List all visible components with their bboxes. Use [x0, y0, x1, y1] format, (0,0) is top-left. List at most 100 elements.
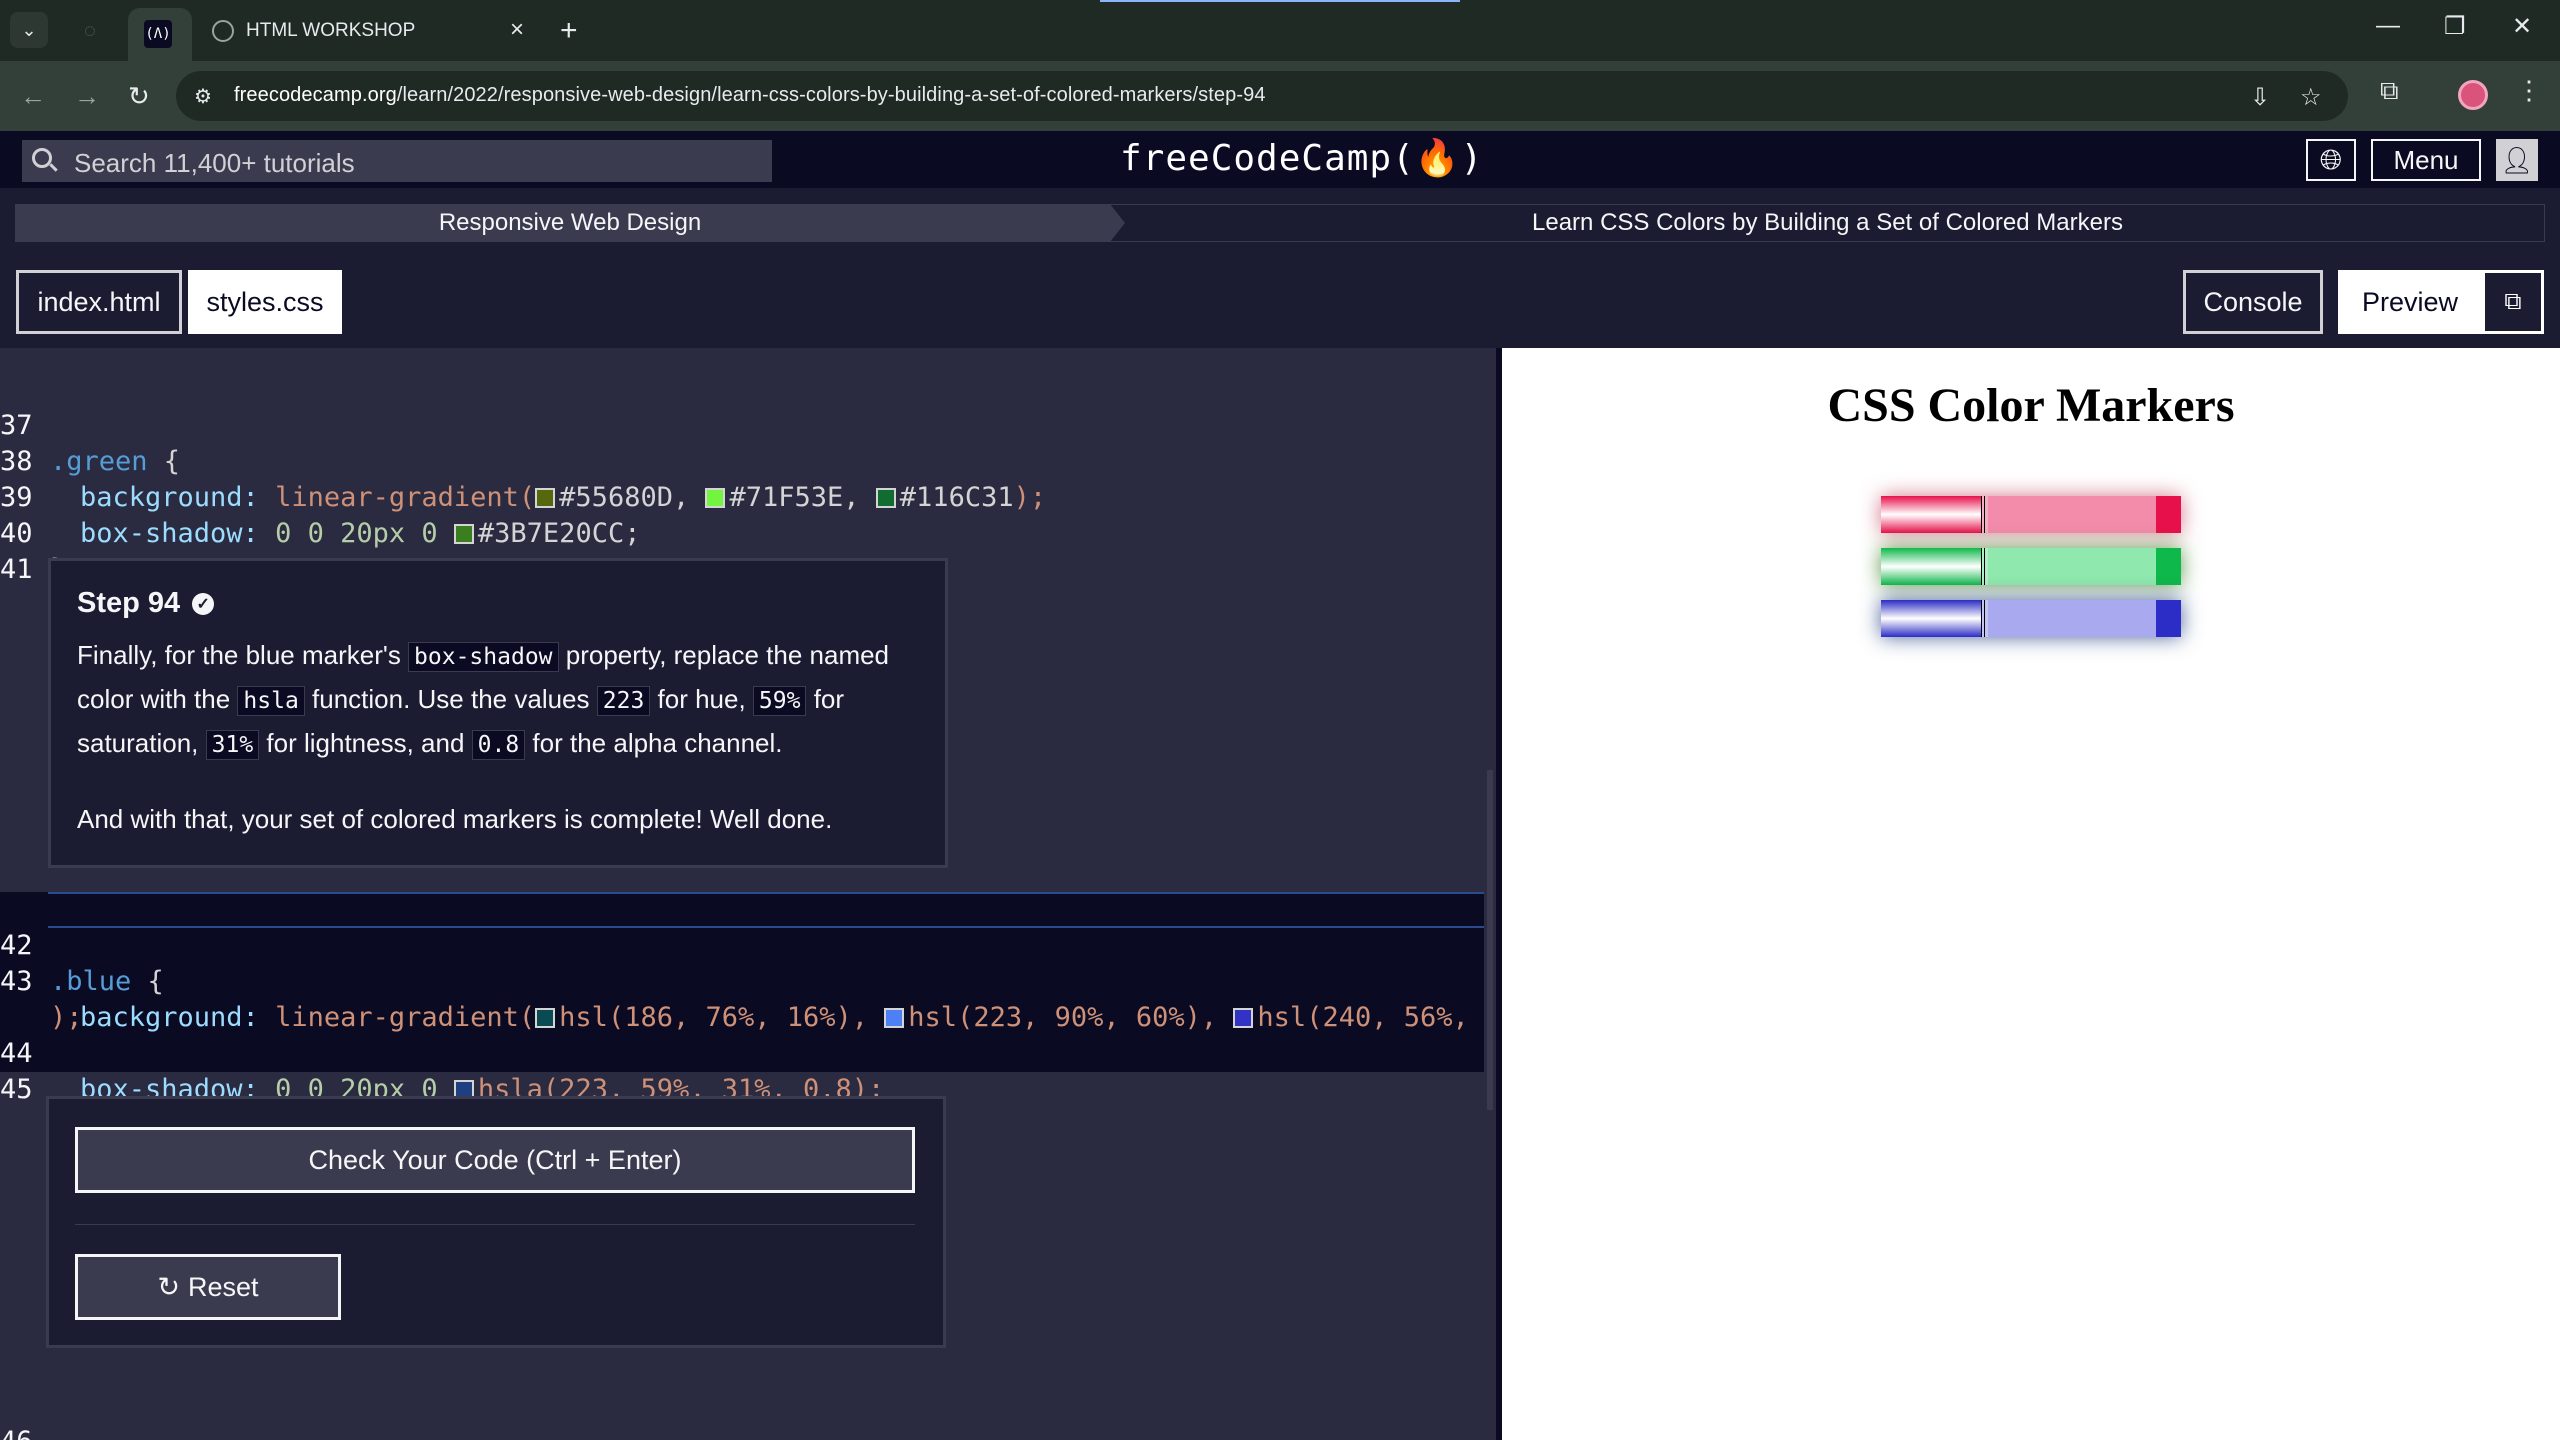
check-code-button[interactable]: Check Your Code (Ctrl + Enter) — [75, 1127, 915, 1193]
marker-end — [2156, 496, 2181, 533]
code-line[interactable]: 42 .blue { — [0, 892, 164, 997]
search-placeholder: Search 11,400+ tutorials — [74, 148, 355, 178]
code-text: { — [147, 446, 181, 477]
marker-cap-band — [1981, 548, 1988, 585]
step-conclusion: And with that, your set of colored marke… — [77, 804, 833, 834]
code-line[interactable]: 46 — [0, 1388, 65, 1440]
code-line[interactable]: 37 .green { — [0, 372, 180, 477]
color-swatch[interactable] — [535, 1008, 556, 1028]
minimize-icon[interactable]: — — [2376, 12, 2400, 40]
address-bar[interactable]: ⚙ freecodecamp.org/learn/2022/responsive… — [176, 71, 2348, 121]
breadcrumb-course[interactable]: Learn CSS Colors by Building a Set of Co… — [1110, 204, 2545, 242]
color-value: #3B7E20CC; — [477, 518, 641, 549]
inline-code: hsla — [237, 686, 305, 716]
site-info-icon[interactable]: ⚙ — [194, 84, 218, 108]
back-icon[interactable]: ← — [20, 81, 46, 112]
close-tab-icon[interactable]: × — [510, 16, 524, 44]
profile-avatar[interactable] — [2458, 80, 2488, 110]
browser-tab-bar: ⌄ ◌ (Λ) HTML WORKSHOP × + — ❐ ✕ — [0, 0, 2560, 61]
red-marker — [1881, 496, 2181, 533]
code-line[interactable]: 43 background: linear-gradient(hsl(186, … — [0, 928, 1469, 1033]
property: box-shadow: — [80, 518, 259, 549]
code-value: 0 0 20px 0 — [275, 518, 438, 549]
console-button[interactable]: Console — [2183, 270, 2323, 334]
editable-region[interactable] — [0, 892, 1488, 1072]
reload-icon[interactable]: ↻ — [128, 81, 150, 112]
freecodecamp-favicon-icon: (Λ) — [144, 20, 172, 48]
code-line[interactable]: 45 } — [0, 1036, 66, 1141]
color-swatch[interactable] — [1233, 1008, 1254, 1028]
preview-title: CSS Color Markers — [1827, 379, 2235, 432]
marker-cap — [1881, 548, 1981, 585]
tab-styles-css[interactable]: styles.css — [188, 270, 342, 334]
restore-icon[interactable]: ❐ — [2444, 12, 2466, 41]
color-swatch[interactable] — [875, 488, 896, 508]
color-value: #71F53E — [729, 482, 844, 513]
tab-index-html[interactable]: index.html — [16, 270, 182, 334]
blue-marker — [1881, 600, 2181, 637]
loading-icon: ◌ — [84, 19, 96, 42]
color-value: hsl(186, 76%, 16%), — [559, 1002, 869, 1033]
line-number: 46 — [0, 1424, 36, 1440]
search-input[interactable]: Search 11,400+ tutorials — [22, 140, 772, 182]
brand-logo[interactable]: freeCodeCamp(🔥) — [1120, 137, 1483, 179]
reset-label: Reset — [188, 1271, 259, 1302]
user-avatar[interactable]: 👤︎ — [2496, 139, 2538, 181]
extensions-icon[interactable]: ⧉ — [2380, 75, 2399, 107]
active-tab-favicon-area[interactable]: (Λ) — [128, 8, 192, 61]
color-value: hsl(223, 90%, 60%), — [908, 1002, 1218, 1033]
marker-cap-band — [1981, 600, 1988, 637]
color-swatch[interactable] — [535, 488, 556, 508]
code-text: ); — [1013, 482, 1047, 513]
function: linear-gradient( — [275, 1002, 536, 1033]
url-text[interactable]: freecodecamp.org/learn/2022/responsive-w… — [234, 84, 1266, 107]
inline-code: 59% — [752, 686, 807, 716]
globe-icon — [212, 20, 234, 42]
color-value: #55680D — [559, 482, 673, 513]
editor-scrollbar-thumb[interactable] — [1487, 770, 1493, 1110]
code-editor[interactable]: 37 .green { 38 background: linear-gradie… — [0, 348, 1492, 1440]
code-line[interactable]: 39 box-shadow: 0 0 20px 0 #3B7E20CC; — [0, 444, 640, 549]
browser-tab[interactable]: HTML WORKSHOP × — [200, 8, 550, 54]
browser-toolbar: ← → ↻ ⚙ freecodecamp.org/learn/2022/resp… — [0, 61, 2560, 131]
color-swatch[interactable] — [453, 524, 474, 544]
user-icon: 👤︎ — [2500, 144, 2534, 175]
language-button[interactable]: 🌐︎ — [2306, 139, 2356, 181]
code-line-wrap[interactable]: ); — [0, 964, 83, 1033]
color-swatch[interactable] — [884, 1008, 905, 1028]
editor-toolbar: index.html styles.css Console Preview ⧉ — [0, 252, 2560, 348]
close-window-icon[interactable]: ✕ — [2512, 12, 2532, 41]
property: background: — [80, 1002, 259, 1033]
globe-icon: 🌐︎ — [2319, 143, 2343, 175]
chevron-down-icon: ⌄ — [21, 19, 37, 40]
color-swatch[interactable] — [705, 488, 726, 508]
bookmark-star-icon[interactable]: ☆ — [2300, 83, 2322, 112]
code-line[interactable]: 38 background: linear-gradient(#55680D, … — [0, 408, 1046, 513]
inline-code: box-shadow — [408, 642, 559, 672]
marker-cap — [1881, 496, 1981, 533]
editable-region-border — [48, 892, 1488, 894]
code-line[interactable]: 44 box-shadow: 0 0 20px 0 hsla(223, 59%,… — [0, 1000, 884, 1105]
step-instructions: Finally, for the blue marker's box-shado… — [77, 634, 919, 840]
install-icon[interactable]: ⇩ — [2250, 83, 2270, 112]
inline-code: 0.8 — [471, 730, 526, 760]
preview-button[interactable]: Preview ⧉ — [2338, 270, 2544, 334]
tab-search-button[interactable]: ⌄ — [10, 12, 48, 48]
forward-icon[interactable]: → — [74, 81, 100, 112]
code-line[interactable]: 41 — [0, 516, 65, 585]
new-tab-button[interactable]: + — [560, 14, 578, 48]
more-menu-icon[interactable]: ⋮ — [2516, 75, 2542, 106]
line-number: 41 — [0, 554, 33, 585]
search-icon — [32, 148, 52, 168]
menu-button[interactable]: Menu — [2371, 139, 2481, 181]
marker-sleeve — [1981, 496, 2156, 533]
marker-end — [2156, 548, 2181, 585]
pinned-tab[interactable]: ◌ — [70, 18, 110, 44]
divider — [75, 1224, 915, 1225]
breadcrumb-section[interactable]: Responsive Web Design — [15, 204, 1125, 242]
reset-button[interactable]: ↻ Reset — [75, 1254, 341, 1320]
popout-preview-icon[interactable]: ⧉ — [2482, 270, 2544, 334]
marker-sleeve — [1981, 600, 2156, 637]
loading-progress — [1100, 0, 1460, 2]
code-line[interactable]: 40 } — [0, 480, 66, 585]
